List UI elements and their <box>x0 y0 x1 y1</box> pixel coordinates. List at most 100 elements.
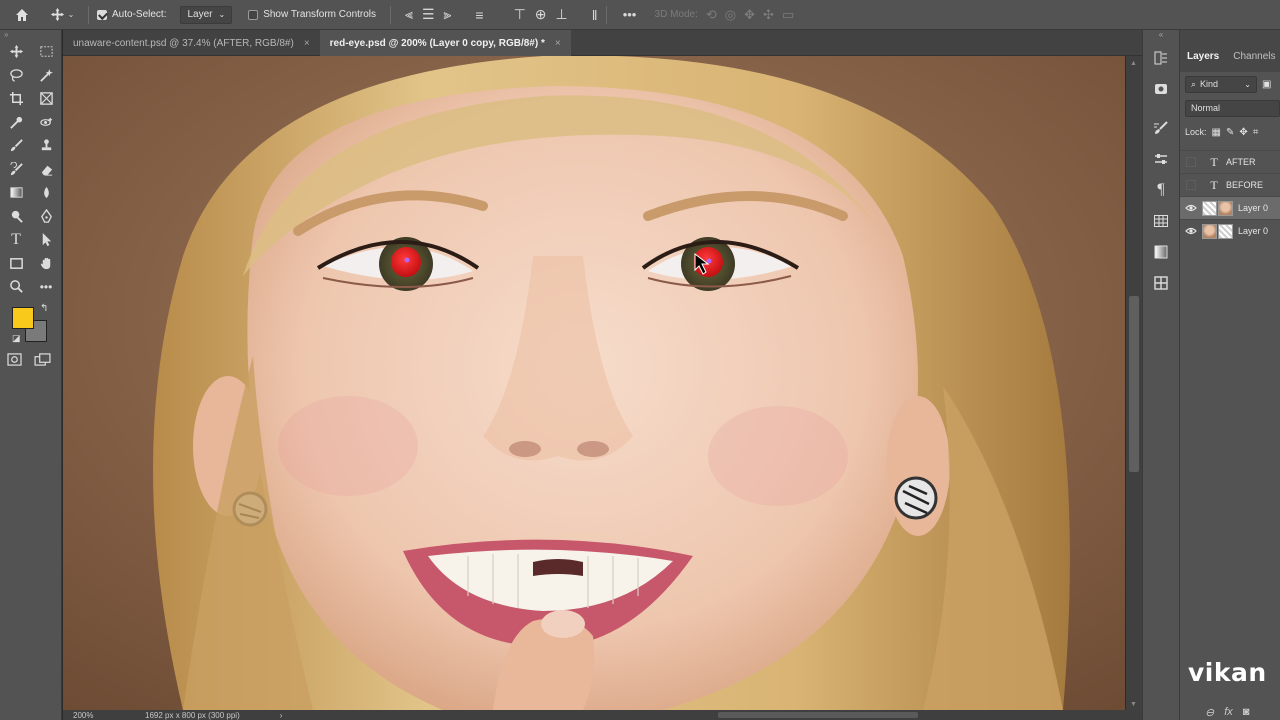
crop-tool-icon[interactable] <box>1 87 31 111</box>
align-top-icon[interactable]: ⊤ <box>514 0 526 30</box>
libraries-panel-icon[interactable] <box>1143 73 1179 104</box>
three-d-mode-label: 3D Mode: <box>654 9 698 20</box>
panel-grip-icon[interactable]: » <box>0 30 61 40</box>
auto-select-target-dropdown[interactable]: Layer ⌄ <box>180 5 233 24</box>
scroll-up-icon[interactable]: ▲ <box>1130 60 1137 67</box>
patterns-panel-icon[interactable] <box>1143 267 1179 298</box>
layer-row[interactable]: T BEFORE <box>1180 173 1280 196</box>
frame-tool-icon[interactable] <box>31 87 61 111</box>
layer-thumbnail <box>1202 223 1217 239</box>
swatches-grid-icon[interactable] <box>1143 205 1179 236</box>
adjustments-panel-icon[interactable] <box>1143 143 1179 174</box>
gradients-panel-icon[interactable] <box>1143 236 1179 267</box>
blur-tool-icon[interactable] <box>31 181 61 205</box>
more-options-button[interactable]: ••• <box>615 0 645 30</box>
swap-colors-icon[interactable]: ↰ <box>40 303 48 314</box>
paragraph-panel-icon[interactable]: ¶ <box>1143 174 1179 205</box>
link-layers-icon[interactable]: ⊖ <box>1205 706 1214 719</box>
slide-icon[interactable]: ✣ <box>763 7 774 23</box>
scroll-down-icon[interactable]: ▼ <box>1130 701 1137 708</box>
rectangle-tool-icon[interactable] <box>1 252 31 276</box>
zoom-tool-icon[interactable] <box>1 275 31 299</box>
layer-row[interactable]: Layer 0 <box>1180 219 1280 242</box>
blend-mode-dropdown[interactable]: Normal <box>1185 99 1280 117</box>
eye-icon[interactable] <box>1180 227 1202 235</box>
close-icon[interactable]: × <box>555 38 561 49</box>
lock-position-icon[interactable]: ✥ <box>1239 127 1247 138</box>
drag-icon[interactable]: ✥ <box>744 7 755 23</box>
distribute-vertical-icon[interactable]: ‖ <box>592 0 598 30</box>
eraser-icon[interactable] <box>31 158 61 182</box>
tab-unaware-content[interactable]: unaware-content.psd @ 37.4% (AFTER, RGB/… <box>63 30 320 56</box>
collapse-dock-icon[interactable]: « <box>1143 30 1179 42</box>
marquee-tool-icon[interactable] <box>31 40 61 64</box>
layer-row[interactable]: Layer 0 <box>1180 196 1280 219</box>
lock-artboard-icon[interactable]: ⌗ <box>1253 127 1259 138</box>
more-tools-icon[interactable]: ••• <box>31 275 61 299</box>
show-transform-checkbox[interactable] <box>248 9 259 20</box>
brush-tool-icon[interactable] <box>1 134 31 158</box>
eye-icon[interactable] <box>1180 204 1202 212</box>
tab-red-eye[interactable]: red-eye.psd @ 200% (Layer 0 copy, RGB/8#… <box>319 30 571 56</box>
document-canvas[interactable] <box>63 56 1125 710</box>
lock-label: Lock: <box>1185 127 1207 137</box>
visibility-toggle[interactable] <box>1180 180 1202 190</box>
quick-mask-icon[interactable] <box>7 352 22 369</box>
default-colors-icon[interactable]: ◪ <box>12 333 21 344</box>
visibility-toggle[interactable] <box>1180 157 1202 167</box>
vertical-scrollbar[interactable]: ▲ ▼ <box>1126 56 1142 710</box>
layers-panel-tabs: Layers Channels <box>1180 30 1280 72</box>
tools-panel: » T ••• ↰ ◪ <box>0 30 62 720</box>
auto-select-checkbox[interactable] <box>97 9 107 20</box>
align-middle-icon[interactable]: ⊕ <box>535 0 547 30</box>
layer-thumbnails <box>1202 200 1233 216</box>
text-layer-icon: T <box>1210 177 1218 192</box>
filter-kind-dropdown[interactable]: ⌕ Kind ⌄ <box>1185 75 1257 93</box>
close-icon[interactable]: × <box>304 38 310 49</box>
camera-icon[interactable]: ▭ <box>782 7 794 23</box>
roll-icon[interactable]: ◎ <box>725 7 736 23</box>
tab-channels[interactable]: Channels <box>1226 47 1280 65</box>
orbit-icon[interactable]: ⟲ <box>706 7 717 23</box>
lasso-tool-icon[interactable] <box>1 64 31 88</box>
distribute-icon[interactable]: ≡ <box>475 0 483 30</box>
home-icon <box>16 8 28 21</box>
chevron-down-icon: ⌄ <box>1244 79 1251 89</box>
filter-pixel-icon[interactable]: ▣ <box>1262 79 1271 90</box>
horizontal-scrollbar-thumb[interactable] <box>718 712 918 718</box>
lock-transparent-icon[interactable]: ▦ <box>1212 127 1221 138</box>
zoom-level[interactable]: 200% <box>73 711 133 720</box>
hand-tool-icon[interactable] <box>31 252 61 276</box>
tab-layers[interactable]: Layers <box>1180 47 1226 65</box>
home-button[interactable] <box>0 0 44 30</box>
lock-paint-icon[interactable]: ✎ <box>1226 127 1234 138</box>
status-bar: 200% 1692 px x 800 px (300 ppi) › <box>63 710 1142 720</box>
scrollbar-thumb[interactable] <box>1129 296 1139 472</box>
screen-mode-icon[interactable] <box>34 352 51 369</box>
path-selection-icon[interactable] <box>31 228 61 252</box>
align-center-icon[interactable]: ☰ <box>422 0 435 30</box>
move-tool-icon[interactable] <box>1 40 31 64</box>
gradient-tool-icon[interactable] <box>1 181 31 205</box>
red-eye-tool-icon[interactable] <box>31 111 61 135</box>
layer-row[interactable]: T AFTER <box>1180 150 1280 173</box>
pen-tool-icon[interactable] <box>31 205 61 229</box>
align-bottom-icon[interactable]: ⊥ <box>556 0 568 30</box>
status-menu-arrow[interactable]: › <box>280 711 283 720</box>
add-mask-icon[interactable]: ◙ <box>1243 706 1250 719</box>
color-swatches: ↰ ◪ <box>0 303 61 351</box>
clone-stamp-icon[interactable] <box>31 134 61 158</box>
magic-wand-icon[interactable] <box>31 64 61 88</box>
align-right-icon[interactable]: ⫸ <box>444 0 452 30</box>
move-tool-preset[interactable]: ⌄ <box>44 0 80 30</box>
history-brush-icon[interactable] <box>1 158 31 182</box>
layer-thumbnail <box>1202 200 1217 216</box>
foreground-color-swatch[interactable] <box>12 306 34 329</box>
fx-button[interactable]: fx <box>1224 706 1233 719</box>
eyedropper-icon[interactable] <box>1 111 31 135</box>
history-panel-icon[interactable] <box>1143 42 1179 73</box>
dodge-tool-icon[interactable] <box>1 205 31 229</box>
align-left-icon[interactable]: ⫷ <box>405 0 413 30</box>
type-tool-icon[interactable]: T <box>1 228 31 252</box>
brush-settings-icon[interactable] <box>1143 112 1179 143</box>
